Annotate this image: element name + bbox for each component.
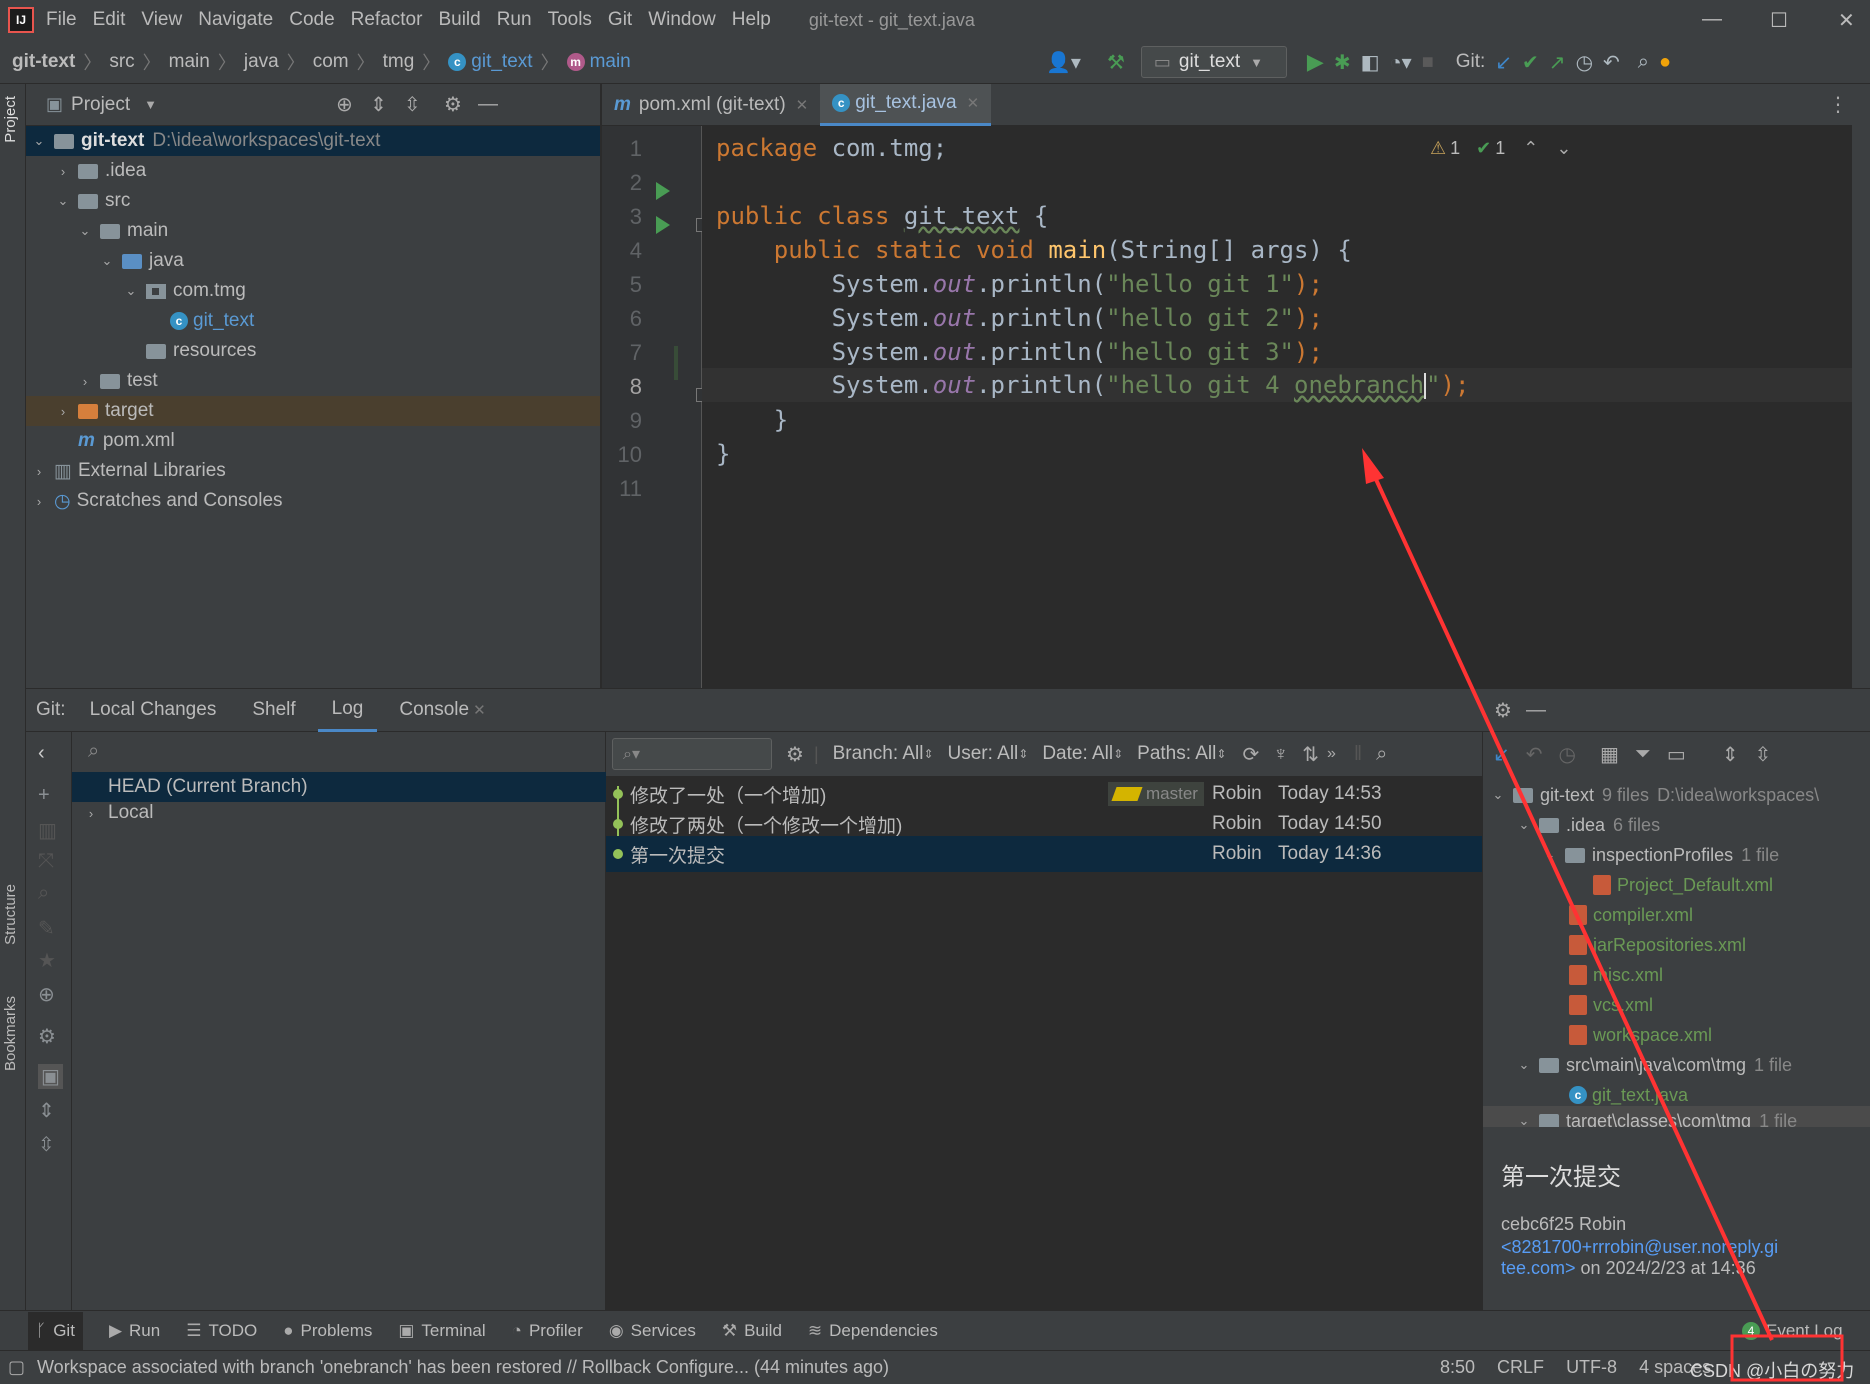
annotation-arrowhead	[1362, 448, 1384, 484]
annotation-box	[1730, 1334, 1844, 1382]
annotation-arrow-line	[1366, 461, 1774, 1341]
annotation-overlay	[1362, 448, 1844, 1382]
